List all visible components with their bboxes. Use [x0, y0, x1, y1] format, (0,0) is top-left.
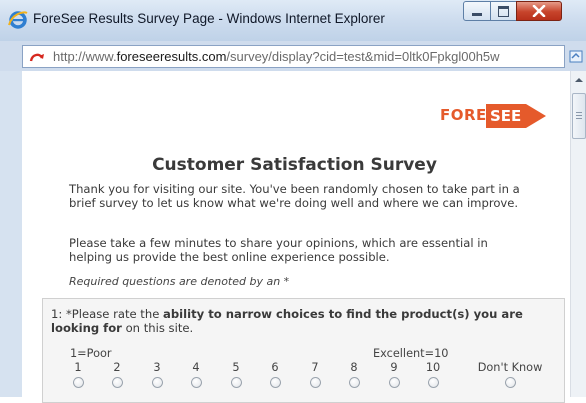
grip-line [576, 118, 582, 119]
minimize-icon [472, 13, 482, 16]
question-box: 1: *Please rate the ability to narrow ch… [42, 298, 565, 403]
question-prefix: 1: *Please rate the [51, 307, 164, 321]
question-suffix: on this site. [121, 321, 194, 335]
window-title: ForeSee Results Survey Page - Windows In… [33, 11, 385, 26]
radio-option-9[interactable] [389, 377, 400, 388]
internet-explorer-icon [8, 11, 28, 29]
option-label-7: 7 [311, 361, 319, 374]
close-button[interactable] [516, 1, 562, 21]
intro-paragraph-2: Please take a few minutes to share your … [69, 236, 488, 264]
radio-option-3[interactable] [152, 377, 163, 388]
radio-option-10[interactable] [428, 377, 439, 388]
option-label-8: 8 [350, 361, 358, 374]
scrollbar-thumb[interactable] [572, 93, 586, 139]
close-icon [532, 5, 546, 17]
option-label-4: 4 [192, 361, 200, 374]
browser-content-frame: FORE SEE Customer Satisfaction Survey Th… [22, 71, 586, 403]
radio-option-2[interactable] [112, 377, 123, 388]
survey-page: FORE SEE Customer Satisfaction Survey Th… [22, 71, 567, 403]
radio-option-7[interactable] [310, 377, 321, 388]
question-text: 1: *Please rate the ability to narrow ch… [51, 307, 561, 335]
url-prefix: http://www. [53, 49, 117, 64]
option-label-3: 3 [153, 361, 161, 374]
maximize-button[interactable] [490, 1, 517, 21]
radio-option-4[interactable] [191, 377, 202, 388]
minimize-button[interactable] [463, 1, 491, 21]
logo-text-see: SEE [490, 107, 521, 125]
url-field[interactable]: http://www.foreseeresults.com/survey/dis… [22, 45, 565, 68]
frame-border [0, 71, 22, 397]
logo-arrow-icon: SEE [486, 104, 546, 128]
option-label-9: 9 [390, 361, 398, 374]
intro-paragraph: Thank you for visiting our site. You've … [69, 182, 520, 210]
url-text: http://www.foreseeresults.com/survey/dis… [53, 49, 500, 64]
url-domain: foreseeresults.com [116, 49, 227, 64]
address-bar: http://www.foreseeresults.com/survey/dis… [0, 41, 586, 71]
scale-low-label: 1=Poor [70, 347, 112, 360]
radio-option-8[interactable] [349, 377, 360, 388]
option-label-1: 1 [74, 361, 82, 374]
loading-arrow-icon [29, 53, 44, 62]
radio-option-dont-know[interactable] [505, 377, 516, 388]
grip-line [576, 112, 582, 113]
required-note: Required questions are denoted by an * [69, 275, 290, 288]
maximize-icon [498, 5, 509, 17]
survey-title: Customer Satisfaction Survey [152, 155, 437, 175]
url-path: /survey/display?cid=test&mid=0ltk0Fpkgl0… [226, 49, 500, 64]
option-label-2: 2 [113, 361, 121, 374]
grip-line [576, 115, 582, 116]
scale-high-label: Excellent=10 [373, 347, 449, 360]
option-label-dont-know: Don't Know [477, 361, 543, 374]
option-label-10: 10 [425, 361, 441, 374]
window-title-bar[interactable]: ForeSee Results Survey Page - Windows In… [0, 0, 586, 41]
radio-option-6[interactable] [270, 377, 281, 388]
radio-option-1[interactable] [73, 377, 84, 388]
vertical-scrollbar[interactable] [570, 71, 586, 397]
compatibility-view-icon[interactable] [569, 48, 585, 64]
option-label-6: 6 [271, 361, 279, 374]
scroll-up-arrow-icon[interactable] [573, 75, 585, 85]
logo-text-fore: FORE [440, 106, 487, 124]
radio-option-5[interactable] [231, 377, 242, 388]
option-label-5: 5 [232, 361, 240, 374]
